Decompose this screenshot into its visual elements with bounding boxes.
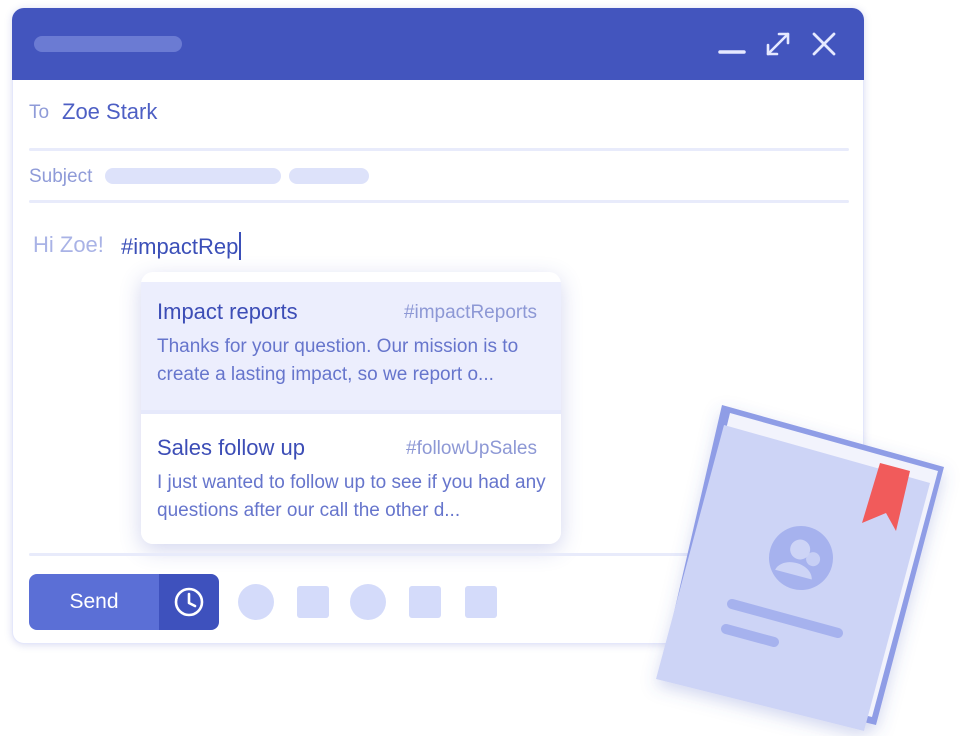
- suggestion-divider: [141, 410, 561, 414]
- contact-book-icon: [640, 395, 960, 736]
- toolbar-square-button[interactable]: [409, 586, 441, 618]
- suggestion-hashtag: #impactReports: [403, 302, 537, 323]
- schedule-send-button[interactable]: [159, 574, 219, 630]
- recipient-field[interactable]: Zoe Stark: [62, 99, 157, 125]
- text-caret: [239, 232, 242, 260]
- send-button[interactable]: Send: [29, 574, 159, 630]
- clock-icon: [174, 587, 204, 617]
- divider: [29, 148, 849, 151]
- toolbar-circle-button[interactable]: [350, 584, 386, 620]
- close-icon[interactable]: [810, 30, 838, 58]
- toolbar-square-button[interactable]: [465, 586, 497, 618]
- divider: [29, 553, 709, 556]
- suggestion-title: Sales follow up: [157, 435, 305, 460]
- send-button-group: Send: [29, 574, 219, 630]
- suggestion-title: Impact reports: [157, 299, 298, 324]
- to-label: To: [29, 102, 50, 123]
- snippet-suggestions-dropdown: Impact reports #impactReports Thanks for…: [141, 272, 561, 544]
- expand-icon[interactable]: [764, 30, 792, 58]
- suggestion-hashtag: #followUpSales: [406, 438, 537, 459]
- subject-field-placeholder[interactable]: [105, 168, 281, 184]
- suggestion-item-impact-reports[interactable]: Impact reports #impactReports Thanks for…: [141, 282, 561, 410]
- title-placeholder: [34, 36, 182, 52]
- toolbar-circle-button[interactable]: [238, 584, 274, 620]
- message-typed-shortcut[interactable]: #impactRep: [121, 232, 242, 260]
- typed-shortcut-text: #impactRep: [121, 234, 239, 259]
- message-greeting[interactable]: Hi Zoe!: [33, 232, 104, 258]
- compose-title-bar: [12, 8, 864, 80]
- subject-label: Subject: [29, 166, 93, 187]
- divider: [29, 200, 849, 203]
- suggestion-preview: I just wanted to follow up to see if you…: [157, 472, 546, 521]
- minimize-icon[interactable]: [718, 30, 746, 58]
- toolbar-square-button[interactable]: [297, 586, 329, 618]
- suggestion-item-sales-follow-up[interactable]: Sales follow up #followUpSales I just wa…: [141, 418, 561, 544]
- suggestion-preview: Thanks for your question. Our mission is…: [157, 336, 519, 385]
- subject-field-placeholder[interactable]: [289, 168, 369, 184]
